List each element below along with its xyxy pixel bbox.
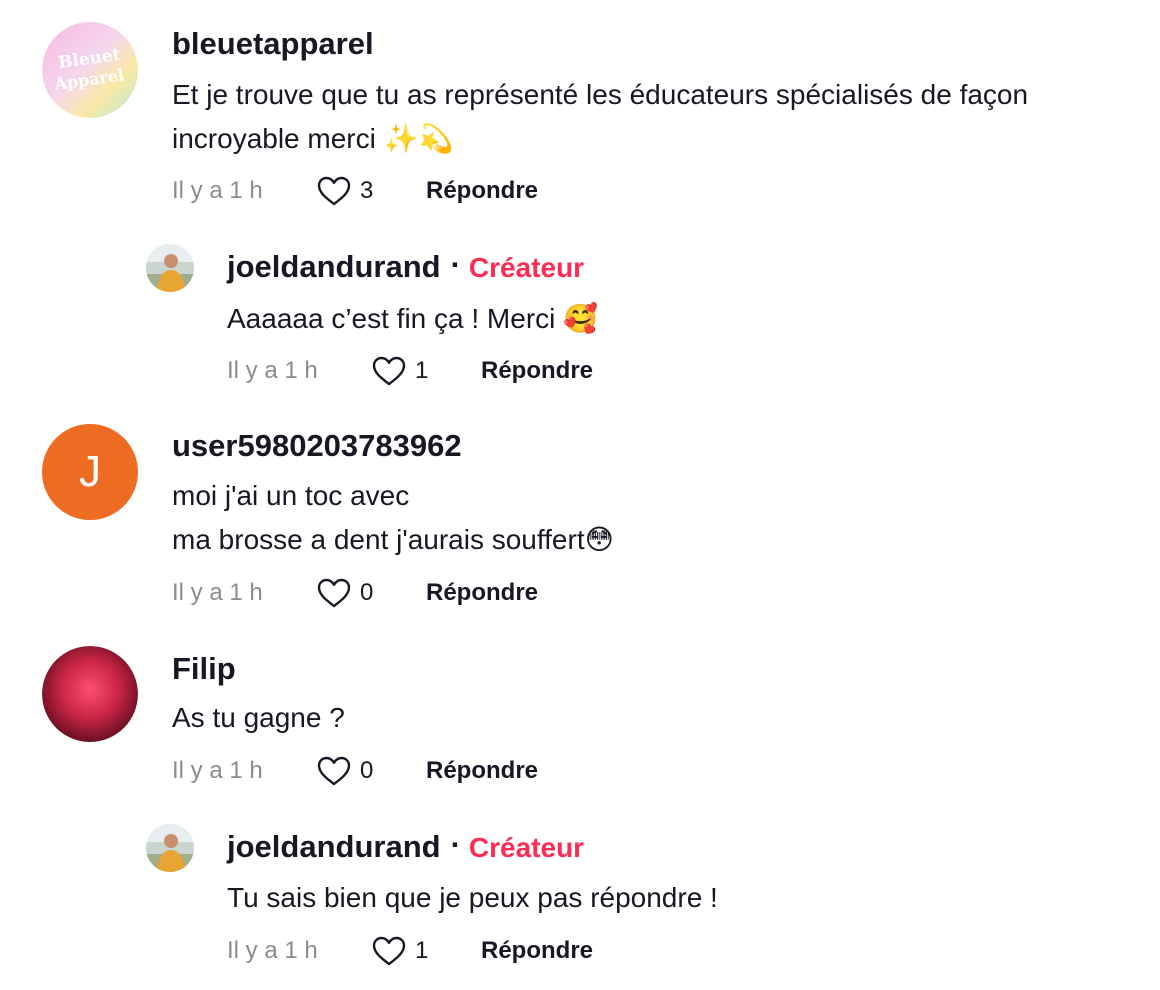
separator-dot: · [450,827,461,862]
comment-meta: Il y a 1 h 1 Répondre [227,351,593,391]
like-count: 1 [415,357,429,384]
like-count: 1 [415,937,429,964]
creator-badge: Créateur [468,832,585,863]
comment-timestamp: Il y a 1 h [227,357,318,384]
comment-text-line: As tu gagne ? [172,702,345,733]
comment-text-line: Et je trouve que tu as représenté les éd… [172,79,1029,110]
like-button[interactable]: 3 [316,175,426,207]
username-text: joeldandurand [227,249,441,284]
reply-button[interactable]: Répondre [481,937,593,965]
creator-avatar-photo [146,244,194,292]
comment-text-line: incroyable merci ✨💫 [172,123,454,154]
comment-username[interactable]: user5980203783962 [172,428,462,464]
comment-text-line: Tu sais bien que je peux pas répondre ! [227,882,718,913]
heart-outline-icon [372,356,406,386]
comment-timestamp: Il y a 1 h [172,177,263,204]
like-count: 0 [360,579,374,606]
reply-button[interactable]: Répondre [426,177,538,205]
creator-badge: Créateur [468,252,585,283]
avatar[interactable]: J [42,424,138,520]
comment-text-line: moi j'ai un toc avec [172,480,410,511]
comment-username[interactable]: bleuetapparel [172,26,374,62]
avatar-letter: J [79,447,101,496]
like-button[interactable]: 0 [316,755,426,787]
username-text: joeldandurand [227,829,441,864]
heart-outline-icon [372,936,406,966]
reply-button[interactable]: Répondre [481,357,593,385]
avatar[interactable] [146,824,194,872]
heart-outline-icon [317,756,351,786]
comment-username[interactable]: joeldandurand · Créateur [227,827,585,866]
heart-outline-icon [317,176,351,206]
avatar[interactable] [146,244,194,292]
reply-button[interactable]: Répondre [426,757,538,785]
separator-dot: · [450,247,461,282]
like-count: 3 [360,177,374,204]
like-button[interactable]: 1 [371,355,481,387]
comment-text-line: ma brosse a dent j'aurais souffert😳 [172,524,614,555]
comment-meta: Il y a 1 h 3 Répondre [172,171,538,211]
comment-timestamp: Il y a 1 h [172,579,263,606]
comment-timestamp: Il y a 1 h [172,757,263,784]
heart-outline-icon [317,578,351,608]
avatar-image [42,646,138,742]
comment-meta: Il y a 1 h 1 Répondre [227,931,593,971]
comment-meta: Il y a 1 h 0 Répondre [172,573,538,613]
avatar[interactable] [42,646,138,742]
bleuet-apparel-logo: Bleuet Apparel [42,22,138,118]
reply-button[interactable]: Répondre [426,579,538,607]
like-count: 0 [360,757,374,784]
like-button[interactable]: 1 [371,935,481,967]
creator-avatar-photo [146,824,194,872]
like-button[interactable]: 0 [316,577,426,609]
comment-username[interactable]: joeldandurand · Créateur [227,247,585,286]
avatar[interactable]: Bleuet Apparel [42,22,138,118]
comment-timestamp: Il y a 1 h [227,937,318,964]
comment-username[interactable]: Filip [172,651,236,687]
comment-meta: Il y a 1 h 0 Répondre [172,751,538,791]
comment-text-line: Aaaaaa c’est fin ça ! Merci 🥰 [227,303,599,334]
